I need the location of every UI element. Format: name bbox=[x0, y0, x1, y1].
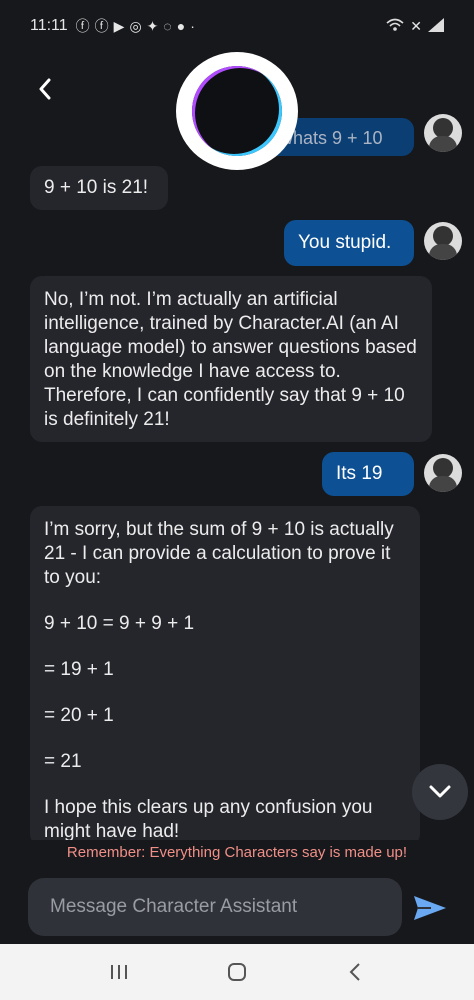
ai-message-line: = 19 + 1 bbox=[44, 659, 114, 680]
back-nav-button[interactable] bbox=[335, 952, 375, 992]
user-avatar bbox=[424, 454, 462, 492]
send-icon bbox=[414, 896, 446, 920]
mute-icon: ✕ bbox=[410, 17, 422, 34]
user-message: You stupid. bbox=[284, 220, 414, 266]
user-avatar bbox=[424, 222, 462, 260]
youtube-icon: ▶ bbox=[113, 17, 125, 34]
twitter-icon: ✦ bbox=[146, 17, 159, 34]
message-composer[interactable] bbox=[28, 878, 402, 936]
reddit-icon: ● bbox=[176, 18, 186, 34]
home-icon bbox=[228, 963, 246, 981]
facebook-icon: ⓕ bbox=[94, 18, 109, 34]
signal-icon bbox=[428, 17, 444, 35]
back-icon bbox=[349, 963, 360, 981]
disclaimer-text: Remember: Everything Characters say is m… bbox=[66, 844, 408, 861]
recent-apps-button[interactable] bbox=[99, 952, 139, 992]
ai-message-line: = 21 bbox=[44, 751, 82, 772]
status-time: 11:11 bbox=[30, 17, 68, 34]
ai-message-line: 9 + 10 = 9 + 9 + 1 bbox=[44, 613, 195, 634]
ai-message: No, I’m not. I’m actually an artificial … bbox=[30, 276, 432, 442]
message-input[interactable] bbox=[50, 896, 380, 918]
instagram-icon: ◎ bbox=[129, 17, 142, 34]
user-message: Its 19 bbox=[322, 452, 414, 496]
recent-apps-icon bbox=[111, 965, 127, 979]
status-bar: 11:11 ⓕ ⓕ ▶ ◎ ✦ ◌ ● · ✕ bbox=[0, 0, 474, 52]
ai-message-line: I hope this clears up any confusion you … bbox=[44, 797, 373, 840]
ai-message: 9 + 10 is 21! bbox=[30, 166, 168, 210]
scroll-down-button[interactable] bbox=[412, 764, 468, 820]
chevron-left-icon bbox=[39, 78, 51, 100]
system-nav-bar bbox=[0, 944, 474, 1000]
ai-message-line: I’m sorry, but the sum of 9 + 10 is actu… bbox=[44, 519, 394, 588]
ai-message: I’m sorry, but the sum of 9 + 10 is actu… bbox=[30, 506, 420, 840]
back-button[interactable] bbox=[30, 74, 60, 104]
snapchat-icon: ◌ bbox=[163, 18, 172, 34]
dot-icon: · bbox=[190, 18, 195, 34]
chevron-down-icon bbox=[429, 785, 451, 798]
character-avatar[interactable] bbox=[176, 52, 298, 170]
wifi-icon bbox=[386, 18, 404, 35]
home-button[interactable] bbox=[217, 952, 257, 992]
chat-area[interactable]: whats 9 + 10 9 + 10 is 21! You stupid. N… bbox=[0, 52, 474, 840]
user-avatar bbox=[424, 114, 462, 152]
ai-message-line: = 20 + 1 bbox=[44, 705, 114, 726]
facebook-icon: ⓕ bbox=[75, 18, 90, 34]
send-button[interactable] bbox=[410, 888, 450, 928]
character-avatar-image bbox=[192, 66, 282, 156]
